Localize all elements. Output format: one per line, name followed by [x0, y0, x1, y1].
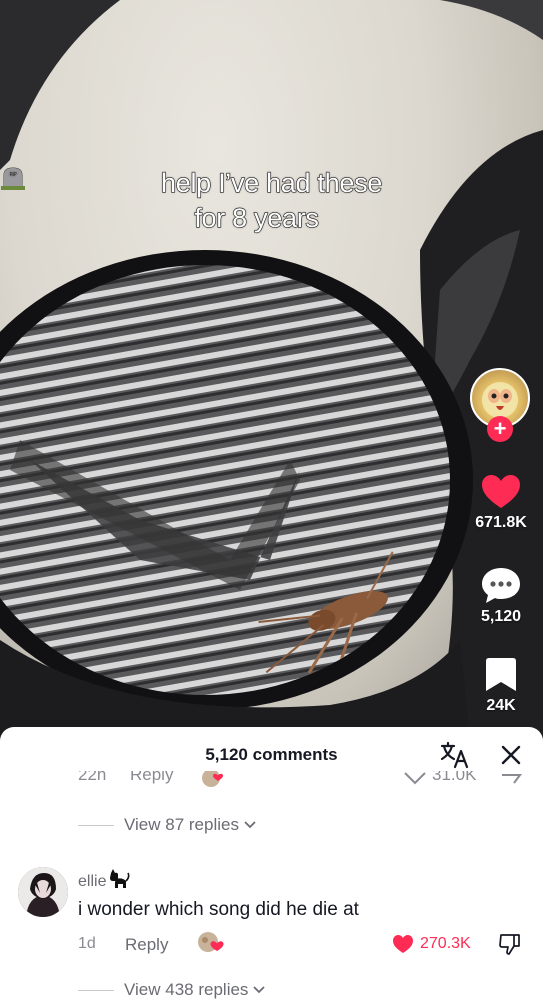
comment-like-button[interactable]: 270.3K — [392, 934, 471, 954]
replies-divider — [78, 824, 114, 826]
headstone-icon: RIP — [1, 167, 349, 230]
black-cat-icon — [108, 869, 130, 894]
creator-avatar-button[interactable]: + — [470, 368, 532, 442]
video-caption: help I’ve had these for 8 years RIP — [0, 166, 543, 236]
username-text: ellie — [78, 872, 107, 890]
like-button[interactable]: 671.8K — [466, 474, 536, 532]
view-replies-button-1[interactable]: View 87 replies — [78, 815, 257, 835]
save-button[interactable]: 24K — [466, 657, 536, 715]
prev-comment-likes: 31.0K — [432, 771, 477, 784]
close-button[interactable] — [497, 741, 525, 769]
video-frame-graphic — [0, 0, 543, 740]
comment-like-count: 270.3K — [420, 935, 471, 952]
caption-line-2: for 8 years — [194, 202, 320, 233]
video-player[interactable]: help I’ve had these for 8 years RIP — [0, 0, 543, 740]
save-count: 24K — [486, 697, 516, 714]
comment-count: 5,120 — [480, 608, 522, 625]
heart-filled-icon — [393, 935, 413, 953]
prev-heart-outline-icon[interactable] — [404, 771, 426, 789]
creator-liked-icon — [200, 771, 226, 789]
translate-icon — [440, 741, 469, 769]
prev-reply-button[interactable]: Reply — [130, 771, 173, 785]
like-count: 671.8K — [475, 514, 527, 531]
replies-divider — [78, 989, 114, 991]
thumbs-down-icon — [499, 934, 520, 955]
comment-text: i wonder which song did he die at — [78, 899, 359, 920]
svg-text:RIP: RIP — [9, 172, 16, 178]
view-replies-label-2: View 438 replies — [124, 980, 249, 999]
view-replies-label-1: View 87 replies — [124, 815, 239, 834]
reply-button[interactable]: Reply — [125, 935, 168, 955]
comment-meta: 1d Reply 270.3K — [78, 932, 528, 961]
dislike-button[interactable] — [498, 932, 522, 961]
comment-time: 1d — [78, 935, 96, 952]
translate-button[interactable] — [440, 741, 470, 769]
prev-dislike-icon[interactable] — [500, 771, 522, 789]
bookmark-icon — [486, 658, 516, 691]
prev-comment-time: 22h — [78, 771, 107, 784]
view-replies-button-2[interactable]: View 438 replies — [78, 980, 266, 1000]
commenter-avatar[interactable] — [18, 867, 68, 917]
comment-username[interactable]: ellie — [78, 869, 130, 894]
chevron-down-icon — [253, 986, 266, 994]
caption-line-1: help I’ve had these — [160, 167, 382, 198]
comment-icon — [482, 568, 520, 603]
comment-button[interactable]: 5,120 — [466, 566, 536, 626]
previous-comment-meta: 22h Reply 31.0K — [0, 771, 543, 789]
heart-icon — [482, 475, 520, 508]
creator-liked-icon — [196, 931, 226, 955]
comments-sheet: 5,120 comments 22h Reply 31.0K View 87 r… — [0, 727, 543, 1000]
plus-icon[interactable]: + — [487, 416, 513, 442]
close-icon — [501, 745, 521, 765]
chevron-down-icon — [244, 821, 256, 829]
